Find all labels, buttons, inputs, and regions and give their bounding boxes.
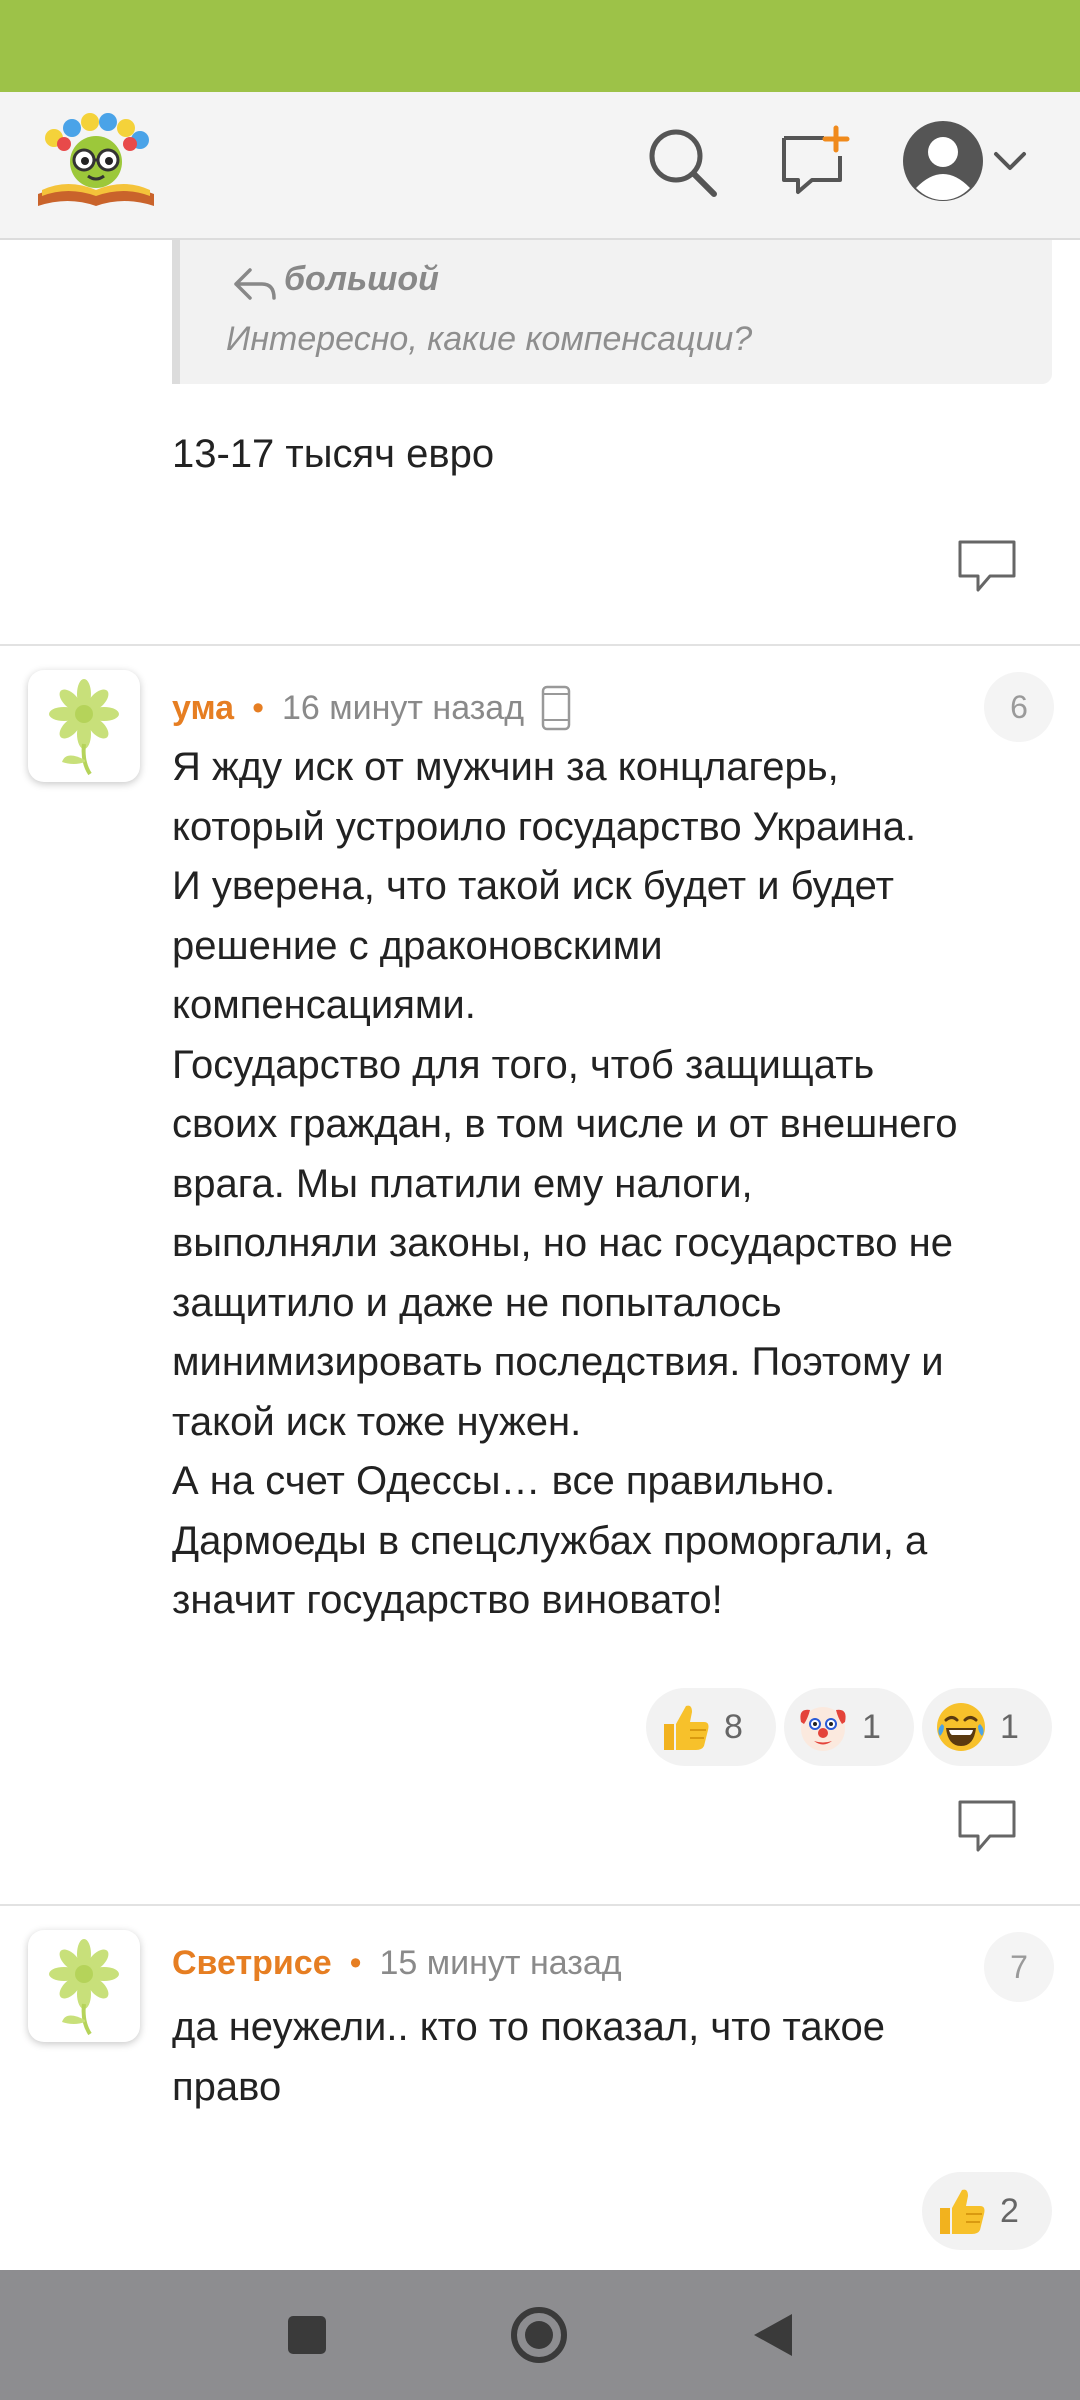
app-header [0, 92, 1080, 240]
comment-line: А на счет Одессы… все правильно. [172, 1459, 836, 1503]
comment-line: защитило и даже не попыталось [172, 1280, 782, 1325]
comment-line: компенсациями. [172, 983, 476, 1027]
comment-body: Я жду иск от мужчин за концлагерь, котор… [172, 738, 1062, 1631]
system-nav-bar [0, 2270, 1080, 2400]
comment-line: Я жду иск от мужчин за концлагерь, [172, 745, 839, 789]
comment-line: Дармоеды в спецслужбах проморгали, а [172, 1518, 928, 1563]
comment-author[interactable]: ума [172, 689, 234, 728]
comment-number-badge[interactable]: 6 [984, 672, 1054, 742]
avatar[interactable] [28, 670, 140, 782]
status-bar [0, 0, 1080, 92]
comment-meta: ума • 16 минут назад [172, 684, 572, 732]
quoted-author[interactable]: большой [284, 260, 439, 299]
comment-body: да неужели.. кто то показал, что такое п… [172, 1998, 1062, 2117]
reaction-laughing[interactable]: 1 [922, 1688, 1052, 1766]
comment-line: врага. Мы платили ему налоги, [172, 1161, 753, 1206]
quoted-comment: большой Интересно, какие компенсации? [172, 240, 1052, 384]
reaction-thumbs-up[interactable]: 2 [922, 2172, 1052, 2250]
thumbs-up-icon [664, 1705, 709, 1750]
reply-comment-icon[interactable] [956, 1798, 1018, 1854]
reply-arrow-icon [234, 268, 276, 300]
comment-meta: Светрисе • 15 минут назад [172, 1944, 622, 1983]
profile-avatar-icon[interactable] [902, 120, 984, 202]
search-icon[interactable] [644, 124, 720, 200]
clown-icon [800, 1707, 846, 1751]
comment-number-badge[interactable]: 7 [984, 1932, 1054, 2002]
laughing-icon [937, 1703, 985, 1751]
thumbs-up-icon [940, 2189, 985, 2234]
comment-line: право [172, 2064, 282, 2109]
comment-line: минимизировать последствия. Поэтому и [172, 1340, 944, 1384]
comment-line: своих граждан, в том числе и от внешнего [172, 1102, 958, 1146]
meta-separator: • [252, 688, 264, 727]
mobile-device-icon [541, 685, 571, 731]
meta-separator: • [349, 1944, 362, 1982]
reaction-count: 2 [1000, 2191, 1019, 2230]
chevron-down-icon[interactable] [992, 144, 1028, 180]
comment-line: выполняли законы, но нас государство не [172, 1221, 953, 1265]
quoted-text: Интересно, какие компенсации? [226, 320, 753, 358]
comments-feed: большой Интересно, какие компенсации? 13… [0, 240, 1080, 2270]
comment-time: 16 минут назад [281, 688, 525, 727]
comment-line: который устроило государство Украина. [172, 804, 917, 849]
site-logo[interactable] [34, 110, 158, 210]
avatar[interactable] [28, 1930, 140, 2042]
comment-line: такой иск тоже нужен. [172, 1399, 582, 1444]
reply-text: 13-17 тысяч евро [172, 432, 495, 476]
comment-line: решение с драконовскими [172, 923, 663, 968]
home-icon[interactable] [504, 2300, 574, 2370]
comment-time: 15 минут назад [379, 1944, 622, 1982]
comment-line: Государство для того, чтоб защищать [172, 1042, 875, 1087]
comment-line: И уверена, что такой иск будет и будет [172, 864, 894, 908]
divider [0, 644, 1080, 646]
reaction-count: 1 [862, 1707, 881, 1746]
reaction-count: 8 [724, 1707, 743, 1746]
recents-icon[interactable] [272, 2300, 342, 2370]
reaction-count: 1 [1000, 1707, 1019, 1746]
reaction-clown[interactable]: 1 [784, 1688, 914, 1766]
comment-line: значит государство виновато! [172, 1578, 723, 1622]
comment-author[interactable]: Светрисе [172, 1944, 332, 1983]
reaction-thumbs-up[interactable]: 8 [646, 1688, 776, 1766]
new-message-icon[interactable] [776, 124, 852, 200]
comment-line: да неужели.. кто то показал, что такое [172, 2005, 886, 2049]
reply-comment-icon[interactable] [956, 538, 1018, 594]
back-icon[interactable] [738, 2300, 808, 2370]
divider [0, 1904, 1080, 1906]
